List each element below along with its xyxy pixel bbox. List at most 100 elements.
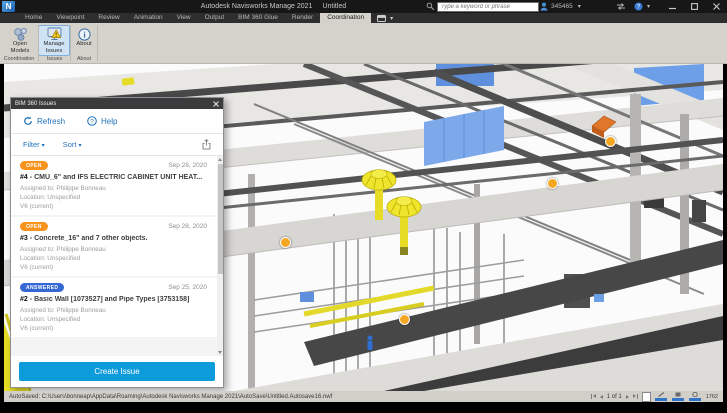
- ribbon-display-toggle[interactable]: ▾: [377, 13, 393, 23]
- disk-icon: [675, 392, 681, 397]
- share-icon: [202, 139, 211, 150]
- autosave-status: AutoSaved: C:\Users\bonneap\AppData\Roam…: [9, 394, 332, 400]
- globe-icon: [692, 392, 698, 397]
- title-bar: N Autodesk Navisworks Manage 2021 Untitl…: [0, 0, 727, 13]
- issue-date: Sep 28, 2020: [168, 223, 207, 230]
- panel-help-icon: ?: [87, 116, 97, 126]
- issue-pin-3[interactable]: [280, 237, 291, 248]
- issue-location: Location: Unspecified: [20, 254, 207, 263]
- group-separator: [97, 25, 98, 61]
- scroll-up-icon[interactable]: [218, 158, 222, 161]
- status-badge: ANSWERED: [20, 283, 64, 292]
- help-icon: ?: [634, 2, 643, 11]
- open-models-button[interactable]: Open Models: [4, 25, 36, 56]
- last-sheet-button[interactable]: [633, 394, 638, 399]
- panel-close-icon[interactable]: [213, 101, 219, 107]
- filter-dropdown[interactable]: Filter▾: [23, 140, 45, 149]
- search-scope-icon[interactable]: [426, 1, 435, 12]
- close-button[interactable]: [705, 0, 727, 13]
- issue-version: V6 (current): [20, 263, 207, 272]
- document-name: Untitled: [322, 3, 346, 10]
- tab-coordination[interactable]: Coordination: [320, 13, 371, 23]
- manage-issues-label: Manage Issues: [39, 41, 69, 54]
- refresh-icon: [23, 116, 33, 126]
- help-label: Help: [101, 117, 117, 126]
- refresh-button[interactable]: Refresh: [23, 116, 65, 126]
- exchange-apps-icon[interactable]: [616, 1, 626, 12]
- account-id: 345465: [551, 3, 573, 10]
- help-menu[interactable]: ? ▾: [634, 1, 650, 12]
- issue-pin-2[interactable]: [547, 178, 558, 189]
- help-caret-icon: ▾: [647, 3, 650, 10]
- tab-output[interactable]: Output: [198, 13, 232, 23]
- issue-assigned: Assigned to: Philippe Bonneau: [20, 306, 207, 315]
- group-label-coordination: Coordination: [0, 55, 38, 63]
- panel-scrollbar[interactable]: [217, 156, 223, 356]
- scrollbar-thumb[interactable]: [218, 164, 223, 274]
- sheet-indicator: 1 of 1: [607, 394, 622, 400]
- sort-dropdown[interactable]: Sort▾: [63, 140, 82, 149]
- sort-label: Sort: [63, 140, 77, 149]
- memory-indicator: 1762: [706, 394, 718, 400]
- issue-card[interactable]: OPEN Sep 28, 2020 #3- Concrete_16" and 7…: [11, 217, 223, 276]
- minimize-button[interactable]: [661, 0, 683, 13]
- open-models-icon: [13, 27, 28, 41]
- tab-animation[interactable]: Animation: [127, 13, 170, 23]
- issue-version: V6 (current): [20, 202, 207, 211]
- issue-id: #3: [20, 235, 28, 242]
- scroll-down-icon[interactable]: [218, 351, 222, 354]
- issue-card[interactable]: ANSWERED Sep 25, 2020 #2- Basic Wall [10…: [11, 278, 223, 337]
- create-issue-button[interactable]: Create Issue: [19, 362, 215, 381]
- svg-text:?: ?: [90, 118, 94, 125]
- about-info-icon: i: [78, 28, 91, 41]
- tab-viewpoint[interactable]: Viewpoint: [49, 13, 91, 23]
- about-label: About: [73, 41, 95, 48]
- manage-issues-button[interactable]: Manage Issues: [38, 25, 70, 56]
- issue-assigned: Assigned to: Philippe Bonneau: [20, 184, 207, 193]
- navisworks-app-icon[interactable]: N: [2, 1, 15, 12]
- issue-id: #2: [20, 296, 28, 303]
- first-sheet-button[interactable]: [591, 394, 596, 399]
- tab-home[interactable]: Home: [18, 13, 49, 23]
- export-button[interactable]: [202, 139, 211, 150]
- issue-card[interactable]: OPEN Sep 28, 2020 #4- CMU_6" and IFS ELE…: [11, 156, 223, 215]
- bim360-issues-panel: BIM 360 Issues Refresh ? Help Filter▾: [10, 97, 224, 388]
- issue-pin-4[interactable]: [399, 314, 410, 325]
- tab-review[interactable]: Review: [91, 13, 126, 23]
- ribbon: Open Models Manage Issues i About Coordi…: [0, 23, 727, 64]
- group-separator: [70, 25, 71, 61]
- web-progress-meter: [689, 392, 702, 401]
- open-models-label: Open Models: [5, 41, 35, 54]
- filter-sort-row: Filter▾ Sort▾: [11, 134, 223, 156]
- ribbon-tab-bar: Home Viewpoint Review Animation View Out…: [0, 13, 727, 23]
- tab-render[interactable]: Render: [285, 13, 320, 23]
- filter-label: Filter: [23, 140, 40, 149]
- panel-title: BIM 360 Issues: [15, 101, 56, 107]
- about-button[interactable]: i About: [72, 25, 96, 56]
- tab-bim360glue[interactable]: BIM 360 Glue: [231, 13, 285, 23]
- next-sheet-button[interactable]: [626, 395, 629, 399]
- issue-id: #4: [20, 174, 28, 181]
- group-separator: [38, 25, 39, 61]
- help-button[interactable]: ? Help: [87, 116, 117, 126]
- issue-title: - Basic Wall [1073527] and Pipe Types [3…: [30, 296, 190, 303]
- maximize-button[interactable]: [683, 0, 705, 13]
- issue-pin-1[interactable]: [605, 136, 616, 147]
- viewport[interactable]: BIM 360 Issues Refresh ? Help Filter▾: [4, 64, 723, 391]
- group-label-issues: Issues: [39, 55, 70, 63]
- user-icon: [540, 2, 548, 11]
- issue-list: OPEN Sep 28, 2020 #4- CMU_6" and IFS ELE…: [11, 156, 223, 356]
- account-menu[interactable]: 345465 ▾: [540, 1, 581, 12]
- ribbon-state-icon: [377, 15, 386, 22]
- pencil-progress-meter: [655, 392, 668, 401]
- tab-view[interactable]: View: [170, 13, 198, 23]
- ribbon-toggle-caret-icon: ▾: [390, 15, 393, 22]
- panel-title-bar[interactable]: BIM 360 Issues: [11, 98, 223, 109]
- issue-date: Sep 25, 2020: [168, 284, 207, 291]
- issue-location: Location: Unspecified: [20, 315, 207, 324]
- search-input[interactable]: [437, 2, 539, 12]
- refresh-label: Refresh: [37, 117, 65, 126]
- panel-toolbar: Refresh ? Help: [11, 109, 223, 134]
- previous-sheet-button[interactable]: [600, 395, 603, 399]
- sheet-browser-icon[interactable]: [642, 392, 651, 402]
